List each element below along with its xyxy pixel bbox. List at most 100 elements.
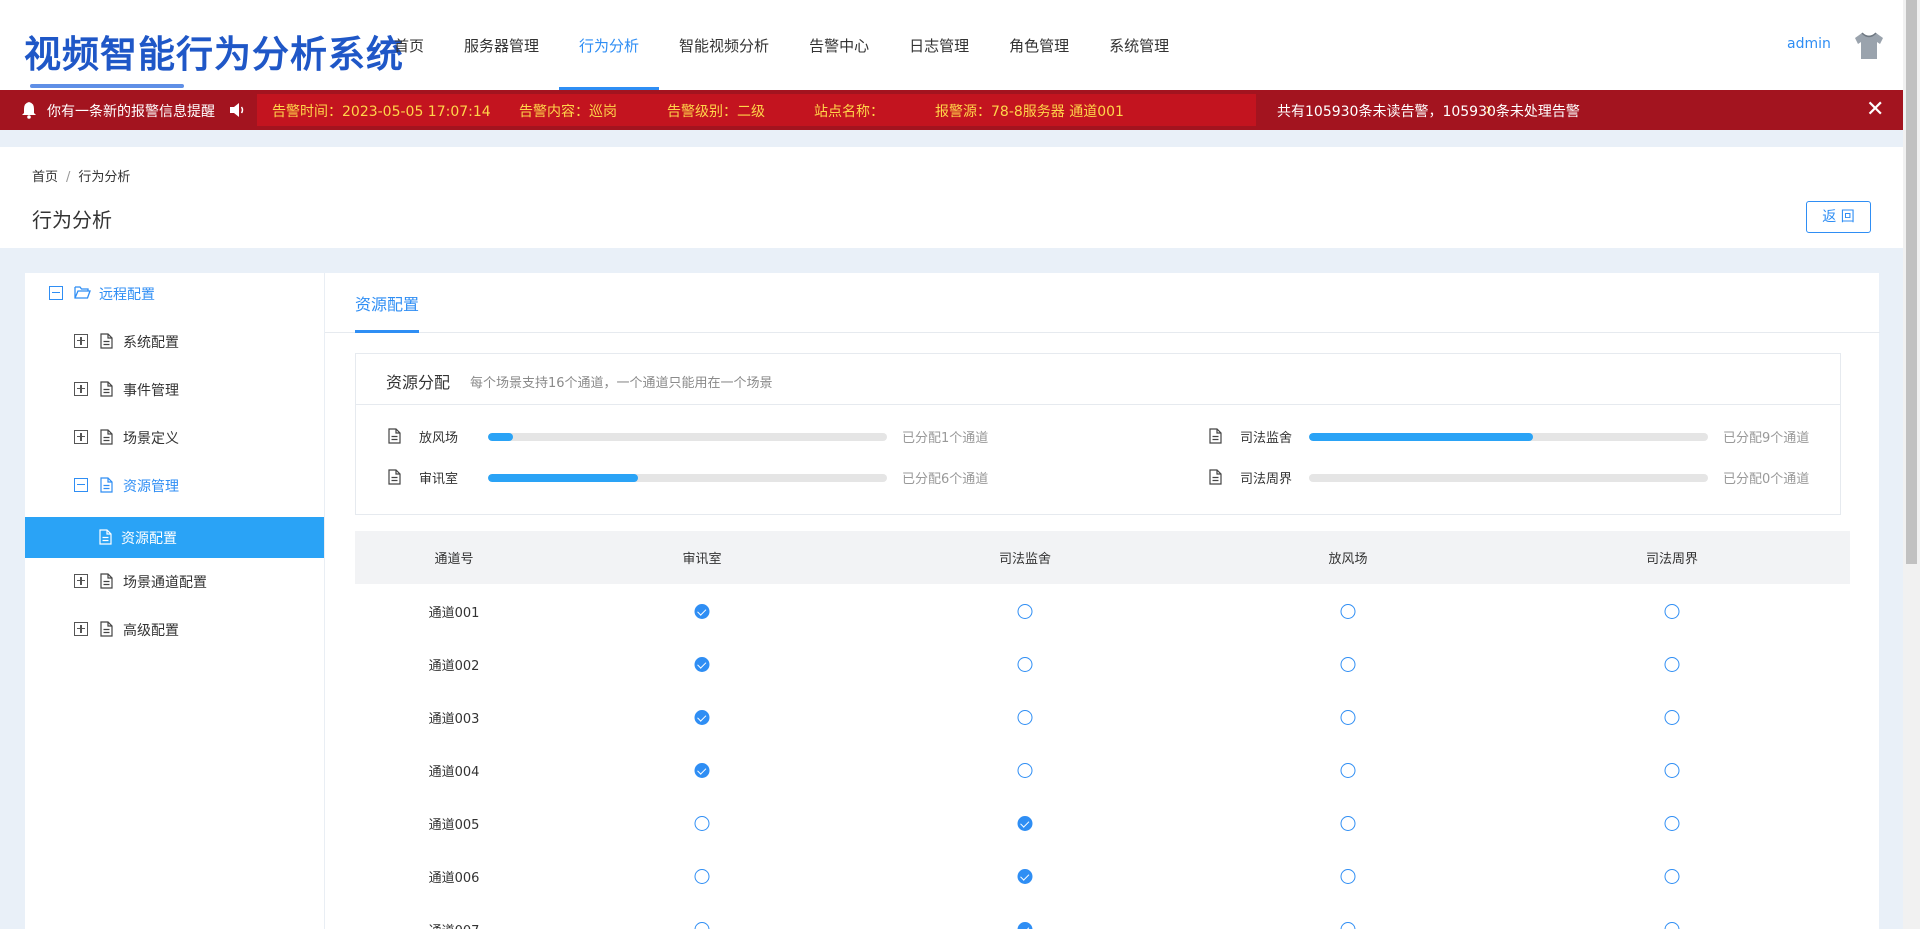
radio-unchecked[interactable]: [1340, 869, 1356, 884]
allocation-count: 已分配0个通道: [1723, 472, 1810, 487]
radio-unchecked[interactable]: [1340, 763, 1356, 778]
radio-unchecked[interactable]: [1017, 604, 1033, 619]
alert-site: 站点名称：: [814, 104, 884, 120]
radio-unchecked[interactable]: [694, 869, 710, 884]
tree-label: 资源配置: [121, 531, 177, 547]
radio-unchecked[interactable]: [1340, 710, 1356, 725]
allocation-row-judicial-dorm: 司法监舍 已分配9个通道: [1209, 426, 1920, 446]
column-header: 司法监舍: [998, 552, 1052, 567]
tree-item-scene-definition[interactable]: 场景定义: [25, 417, 324, 458]
tree-label: 场景定义: [123, 431, 179, 447]
allocation-header: 资源分配 每个场景支持16个通道，一个通道只能用在一个场景: [356, 354, 1840, 405]
nav-system-management[interactable]: 系统管理: [1089, 0, 1189, 90]
radio-unchecked[interactable]: [1340, 657, 1356, 672]
nav-home[interactable]: 首页: [374, 0, 444, 90]
radio-checked[interactable]: [694, 710, 710, 725]
close-icon[interactable]: ✕: [1866, 97, 1884, 122]
back-button[interactable]: 返 回: [1806, 201, 1871, 233]
radio-unchecked[interactable]: [1664, 816, 1680, 831]
alert-time: 告警时间：2023-05-05 17:07:14: [272, 104, 491, 120]
radio-unchecked[interactable]: [1664, 763, 1680, 778]
nav-alarm-center[interactable]: 告警中心: [789, 0, 889, 90]
collapse-icon[interactable]: [49, 286, 63, 300]
channel-cell: 通道004: [428, 765, 480, 780]
breadcrumb: 首页 / 行为分析: [32, 166, 130, 185]
collapse-icon[interactable]: [74, 478, 88, 492]
nav-log-management[interactable]: 日志管理: [889, 0, 989, 90]
radio-checked[interactable]: [1017, 816, 1033, 831]
radio-unchecked[interactable]: [1664, 657, 1680, 672]
tree-item-resource-management[interactable]: 资源管理: [25, 465, 324, 506]
tree-item-resource-config[interactable]: 资源配置: [25, 517, 324, 558]
document-icon: [388, 428, 401, 444]
radio-checked[interactable]: [694, 763, 710, 778]
nav-role-management[interactable]: 角色管理: [989, 0, 1089, 90]
tree-item-system-config[interactable]: 系统配置: [25, 321, 324, 362]
channel-cell: 通道006: [428, 871, 480, 886]
breadcrumb-current: 行为分析: [78, 170, 131, 185]
radio-unchecked[interactable]: [1017, 763, 1033, 778]
radio-checked[interactable]: [1017, 869, 1033, 884]
radio-unchecked[interactable]: [1017, 710, 1033, 725]
allocation-progress-fill: [1309, 433, 1534, 441]
page-scrollbar[interactable]: [1903, 0, 1920, 929]
channel-assignment-table: 通道号 审讯室 司法监舍 放风场 司法周界 通道001 通道002 通道003 通道0…: [355, 531, 1850, 929]
channel-cell: 通道007: [429, 920, 480, 929]
radio-unchecked[interactable]: [1340, 816, 1356, 831]
scrollbar-thumb[interactable]: [1906, 0, 1917, 564]
radio-unchecked[interactable]: [1017, 657, 1033, 672]
tree-item-scene-channel-config[interactable]: 场景通道配置: [25, 561, 324, 602]
channel-cell: 通道003: [428, 712, 480, 727]
page-title: 行为分析: [32, 208, 112, 232]
nav-server-management[interactable]: 服务器管理: [444, 0, 559, 90]
allocation-progress: [488, 474, 887, 482]
tree-item-event-management[interactable]: 事件管理: [25, 369, 324, 410]
folder-open-icon: [74, 286, 91, 299]
radio-unchecked[interactable]: [1340, 604, 1356, 619]
main-nav: 首页 服务器管理 行为分析 智能视频分析 告警中心 日志管理 角色管理 系统管理: [374, 0, 1189, 90]
tree-label: 资源管理: [123, 479, 179, 495]
document-icon: [388, 469, 401, 485]
alert-ticker[interactable]: 告警时间：2023-05-05 17:07:14 告警内容：巡岗 告警级别：二级…: [257, 94, 1492, 126]
radio-unchecked[interactable]: [1340, 922, 1356, 929]
expand-icon[interactable]: [74, 430, 88, 444]
page-title-area: 首页 / 行为分析 行为分析 返 回: [0, 147, 1903, 248]
column-header: 放风场: [1328, 552, 1368, 567]
top-header: 视频智能行为分析系统 首页 服务器管理 行为分析 智能视频分析 告警中心 日志管…: [0, 0, 1903, 90]
app-logo: 视频智能行为分析系统: [24, 33, 404, 76]
expand-icon[interactable]: [74, 622, 88, 636]
scene-name: 司法监舍: [1240, 431, 1293, 446]
document-icon: [100, 381, 113, 397]
radio-unchecked[interactable]: [1664, 710, 1680, 725]
tab-active-indicator: [355, 330, 419, 333]
radio-checked[interactable]: [694, 604, 710, 619]
table-row: 通道003: [355, 690, 1850, 743]
allocation-progress: [1309, 474, 1708, 482]
tab-resource-config[interactable]: 资源配置: [355, 291, 419, 315]
scene-name: 放风场: [419, 431, 459, 446]
allocation-row-judicial-perimeter: 司法周界 已分配0个通道: [1209, 467, 1920, 487]
table-row: 通道004: [355, 743, 1850, 796]
nav-behavior-analysis[interactable]: 行为分析: [559, 0, 660, 90]
tree-item-advanced-config[interactable]: 高级配置: [25, 609, 324, 650]
alert-bar: 你有一条新的报警信息提醒 告警时间：2023-05-05 17:07:14 告警…: [0, 90, 1903, 130]
table-row: 通道001: [355, 584, 1850, 637]
expand-icon[interactable]: [74, 382, 88, 396]
column-header: 审讯室: [682, 552, 722, 567]
user-name[interactable]: admin: [1787, 36, 1831, 52]
expand-icon[interactable]: [74, 574, 88, 588]
radio-unchecked[interactable]: [694, 922, 710, 929]
radio-unchecked[interactable]: [1664, 869, 1680, 884]
tree-item-remote-config[interactable]: 远程配置: [25, 273, 324, 314]
radio-checked[interactable]: [694, 657, 710, 672]
breadcrumb-home[interactable]: 首页: [32, 170, 58, 185]
speaker-icon[interactable]: [228, 102, 246, 118]
radio-unchecked[interactable]: [1664, 922, 1680, 929]
radio-unchecked[interactable]: [1664, 604, 1680, 619]
nav-smart-video-analysis[interactable]: 智能视频分析: [659, 0, 789, 90]
allocation-count: 已分配9个通道: [1723, 431, 1810, 446]
shirt-icon[interactable]: [1852, 31, 1886, 61]
radio-checked[interactable]: [1017, 922, 1033, 929]
expand-icon[interactable]: [74, 334, 88, 348]
radio-unchecked[interactable]: [694, 816, 710, 831]
